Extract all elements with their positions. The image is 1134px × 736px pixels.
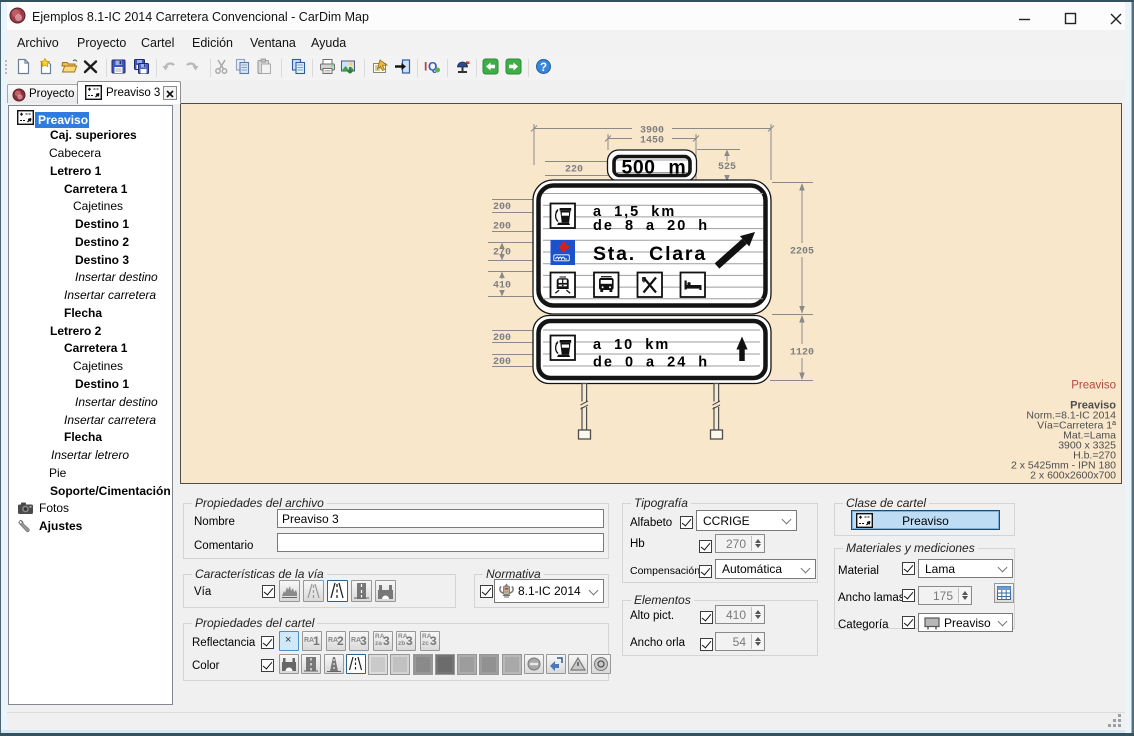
svg-text:220: 220 xyxy=(564,164,582,175)
svg-text:1120: 1120 xyxy=(789,347,813,358)
svg-text:200: 200 xyxy=(492,221,510,232)
svg-text:500: 500 xyxy=(621,156,655,178)
svg-text:410: 410 xyxy=(492,280,510,291)
svg-text:525: 525 xyxy=(717,162,735,173)
svg-text:2205: 2205 xyxy=(789,246,813,257)
svg-text:1450: 1450 xyxy=(639,135,663,146)
svg-text:?: ? xyxy=(540,62,547,74)
svg-text:200: 200 xyxy=(492,357,510,368)
svg-text:m: m xyxy=(668,156,685,178)
svg-text:270: 270 xyxy=(492,247,510,258)
svg-text:de 8 a 20 h: de 8 a 20 h xyxy=(593,218,709,234)
svg-text:200: 200 xyxy=(492,333,510,344)
svg-text:de 0 a 24 h: de 0 a 24 h xyxy=(593,354,709,370)
svg-text:a 10 km: a 10 km xyxy=(593,337,670,353)
svg-text:200: 200 xyxy=(492,202,510,213)
svg-text:Sta. Clara: Sta. Clara xyxy=(593,243,707,265)
svg-text:Preaviso: Preaviso xyxy=(1071,379,1116,391)
svg-text:I: I xyxy=(424,60,427,74)
svg-text:2 x 600x2600x700: 2 x 600x2600x700 xyxy=(1030,469,1116,481)
